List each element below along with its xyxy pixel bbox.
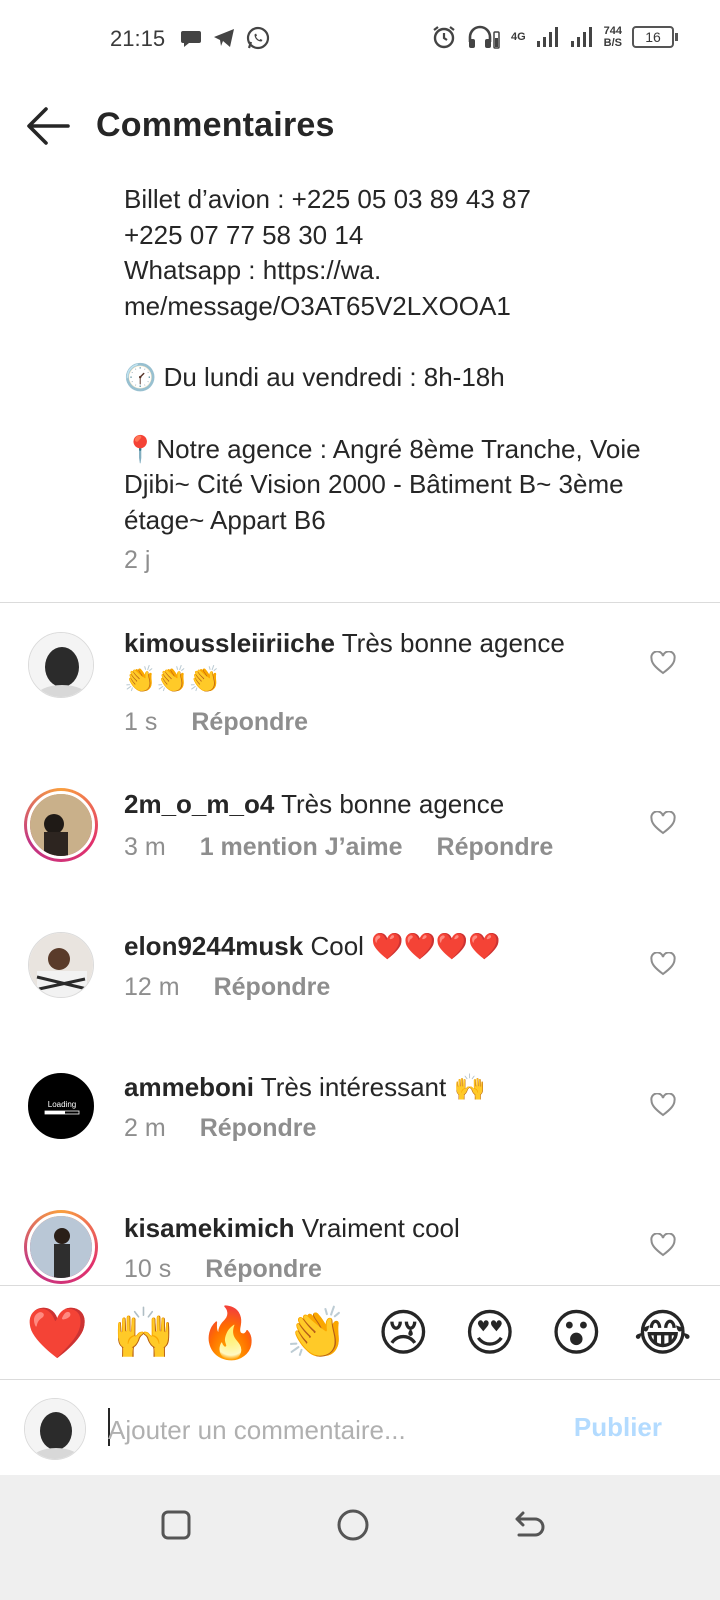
message-icon xyxy=(181,31,201,47)
net-speed-value: 744 xyxy=(603,25,622,37)
avatar[interactable] xyxy=(28,932,94,998)
comment-item: kisamekimich Vraiment cool 10 s Répondre xyxy=(0,1210,720,1285)
caption-line-phone-1: Billet d’avion : +225 05 03 89 43 87 xyxy=(124,184,531,214)
reply-button[interactable]: Répondre xyxy=(200,1114,317,1143)
comment-text: Cool ❤️❤️❤️❤️ xyxy=(310,931,501,961)
avatar[interactable] xyxy=(24,788,98,862)
comment-username[interactable]: elon9244musk xyxy=(124,931,303,961)
comment-body: kisamekimich Vraiment cool xyxy=(124,1210,594,1246)
header: Commentaires xyxy=(0,90,720,162)
status-notification-icons xyxy=(180,26,270,50)
caption-line-phone-2: +225 07 77 58 30 14 xyxy=(124,219,364,250)
system-nav-bar xyxy=(0,1475,720,1600)
emoji-fire-button[interactable]: 🔥 xyxy=(197,1303,263,1363)
reply-button[interactable]: Répondre xyxy=(214,973,331,1002)
comment-body: ammeboni Très intéressant 🙌 xyxy=(124,1069,594,1105)
comment-text: Très intéressant 🙌 xyxy=(260,1072,486,1102)
comment-body: 2m_o_m_o4 Très bonne agence xyxy=(124,786,594,822)
emoji-clapping-button[interactable]: 👏 xyxy=(284,1303,350,1363)
like-heart-icon[interactable] xyxy=(650,1233,676,1257)
battery-indicator: 16 xyxy=(632,26,678,48)
comment-meta: 3 m 1 mention J’aime Répondre xyxy=(124,833,553,862)
reply-button[interactable]: Répondre xyxy=(437,833,554,862)
comment-meta: 2 m Répondre xyxy=(124,1114,316,1143)
likes-count-button[interactable]: 1 mention J’aime xyxy=(200,833,403,862)
comment-input-bar: Publier xyxy=(0,1379,720,1475)
headphones-icon xyxy=(468,25,500,49)
emoji-raised-hands-button[interactable]: 🙌 xyxy=(111,1303,177,1363)
net-speed: 744 B/S xyxy=(604,25,622,49)
caption-address: 📍Notre agence : Angré 8ème Tranche, Voie… xyxy=(124,433,648,535)
comment-time: 10 s xyxy=(124,1255,172,1283)
emoji-surprised-button[interactable]: 😮 xyxy=(543,1303,609,1363)
avatar[interactable]: Loading xyxy=(28,1073,94,1139)
back-icon[interactable] xyxy=(509,1505,549,1545)
like-heart-icon[interactable] xyxy=(650,651,676,675)
comment-time: 2 m xyxy=(124,1114,166,1142)
comment-time: 3 m xyxy=(124,833,166,861)
like-heart-icon[interactable] xyxy=(650,811,676,835)
signal-icon xyxy=(570,27,592,47)
comment-time: 1 s xyxy=(124,708,158,736)
signal-4g-icon xyxy=(536,27,558,47)
caption-line-whatsapp: Whatsapp : https://wa. xyxy=(124,255,382,285)
caption-timestamp: 2 j xyxy=(124,546,151,574)
comment-meta: 12 m Répondre xyxy=(124,973,330,1002)
emoji-heart-button[interactable]: ❤️ xyxy=(24,1303,90,1363)
comment-body: elon9244musk Cool ❤️❤️❤️❤️ xyxy=(124,928,594,964)
caption-hours: 🕜 Du lundi au vendredi : 8h-18h xyxy=(124,362,505,392)
comment-username[interactable]: ammeboni xyxy=(124,1072,254,1102)
like-heart-icon[interactable] xyxy=(650,1093,676,1117)
reply-button[interactable]: Répondre xyxy=(205,1255,322,1284)
telegram-icon xyxy=(214,29,234,47)
emoji-laughing-button[interactable]: 😂 xyxy=(630,1303,696,1363)
comment-username[interactable]: kimoussleiiriiche xyxy=(124,628,335,658)
like-heart-icon[interactable] xyxy=(650,952,676,976)
comment-username[interactable]: 2m_o_m_o4 xyxy=(124,789,274,819)
comment-meta: 1 s Répondre xyxy=(124,708,308,737)
avatar[interactable] xyxy=(24,1210,98,1284)
avatar[interactable] xyxy=(28,632,94,698)
whatsapp-icon xyxy=(246,26,270,50)
status-time: 21:15 xyxy=(110,26,166,51)
comment-text: Très bonne agence xyxy=(281,789,505,819)
comment-input[interactable] xyxy=(108,1410,528,1450)
publish-button[interactable]: Publier xyxy=(574,1412,662,1443)
avatar-loading-text: Loading xyxy=(48,1100,76,1109)
comment-meta: 10 s Répondre xyxy=(124,1255,322,1284)
caption-line-whatsapp-link[interactable]: me/message/O3AT65V2LXOOA1 xyxy=(124,289,684,325)
comment-body: kimoussleiiriiche Très bonne agence👏👏👏 xyxy=(124,625,594,697)
comment-username[interactable]: kisamekimich xyxy=(124,1213,295,1243)
divider xyxy=(0,602,720,603)
status-system-icons: 4G 744 B/S 16 xyxy=(431,24,678,50)
page-title: Commentaires xyxy=(96,106,335,144)
back-arrow-icon[interactable] xyxy=(24,104,72,148)
status-bar: 21:15 4G 744 B/S 16 xyxy=(0,0,720,80)
emoji-reaction-bar: ❤️ 🙌 🔥 👏 😢 😍 😮 😂 xyxy=(0,1285,720,1379)
reply-button[interactable]: Répondre xyxy=(191,708,308,737)
recent-apps-icon[interactable] xyxy=(156,1505,196,1545)
post-caption: Billet d’avion : +225 05 03 89 43 87 +22… xyxy=(124,182,684,538)
home-icon[interactable] xyxy=(333,1505,373,1545)
emoji-heart-eyes-button[interactable]: 😍 xyxy=(457,1303,523,1363)
network-type-label: 4G xyxy=(510,31,526,43)
current-user-avatar xyxy=(24,1398,86,1460)
comment-text: Vraiment cool xyxy=(301,1213,460,1243)
alarm-icon xyxy=(433,26,455,49)
comment-time: 12 m xyxy=(124,973,180,1001)
net-speed-unit: B/S xyxy=(603,37,622,49)
emoji-crying-button[interactable]: 😢 xyxy=(370,1303,436,1363)
